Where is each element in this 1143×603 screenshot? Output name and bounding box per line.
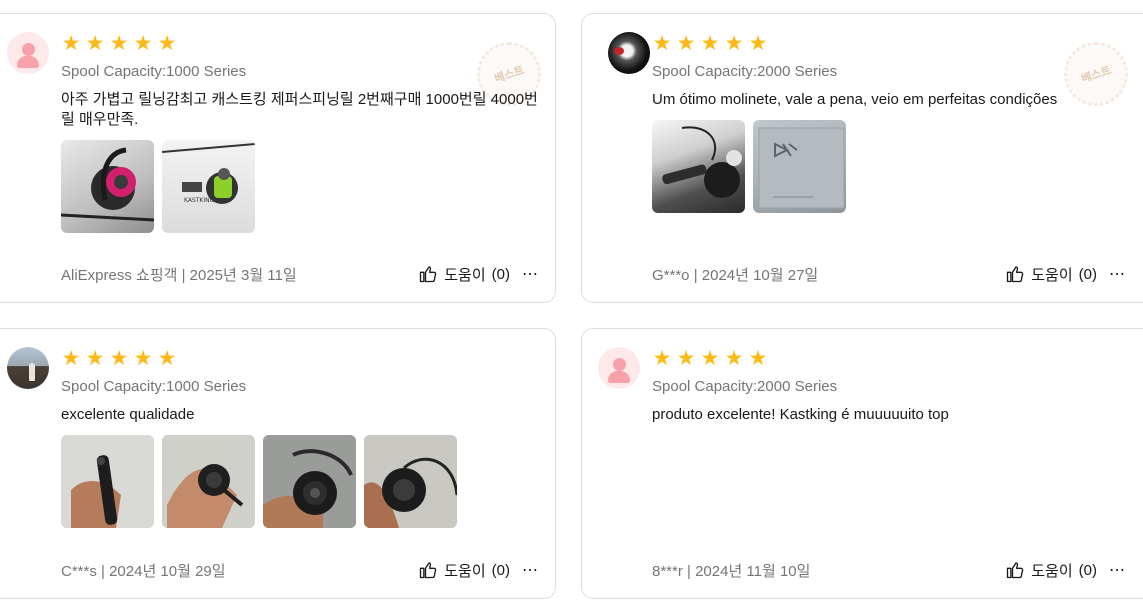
star-rating: ★ ★ ★ ★ ★ [61,347,539,369]
star-icon: ★ [85,346,105,370]
helpful-button[interactable]: 도움이 (0) [1005,560,1097,581]
star-icon: ★ [724,31,744,55]
review-image[interactable] [162,435,255,528]
reviewer-date: C***s | 2024년 10월 29일 [61,562,226,580]
sku-variant: Spool Capacity:1000 Series [61,63,247,80]
star-rating: ★ ★ ★ ★ ★ [61,32,539,54]
review-text: produto excelente! Kastking é muuuuuito … [652,406,949,423]
reviewer-date: 8***r | 2024년 11월 10일 [652,562,811,580]
default-avatar-icon [7,32,49,74]
helpful-label: 도움이 [444,562,486,580]
sku-variant: Spool Capacity:1000 Series [61,378,247,395]
star-rating: ★ ★ ★ ★ ★ [652,32,1143,54]
svg-text:KASTKING: KASTKING [184,197,215,204]
star-icon: ★ [676,31,696,55]
review-text: excelente qualidade [61,406,195,423]
user-avatar [7,347,49,389]
review-card: 베스트 ★ ★ ★ ★ ★ Spool Capacity:1000 Series… [0,13,556,303]
star-icon: ★ [652,31,672,55]
star-icon: ★ [109,346,129,370]
review-text: 아주 가볍고 릴닝감최고 캐스트킹 제퍼스피닝릴 2번째구매 1000번릴 40… [61,91,538,128]
star-icon: ★ [748,31,768,55]
review-image[interactable] [61,435,154,528]
thumbs-up-icon [420,562,437,579]
more-options-button[interactable]: ⋯ [1109,560,1126,580]
review-text: Um ótimo molinete, vale a pena, veio em … [652,91,1058,108]
helpful-label: 도움이 [1031,562,1073,580]
default-avatar-icon [598,347,640,389]
star-icon: ★ [157,31,177,55]
star-icon: ★ [157,346,177,370]
review-image[interactable] [263,435,356,528]
star-icon: ★ [133,346,153,370]
reviewer-date: G***o | 2024년 10월 27일 [652,266,819,284]
reviewer-date: AliExpress 쇼핑객 | 2025년 3월 11일 [61,266,297,284]
more-options-button[interactable]: ⋯ [522,560,539,580]
more-options-button[interactable]: ⋯ [1109,264,1126,284]
star-icon: ★ [109,31,129,55]
star-icon: ★ [61,346,81,370]
helpful-button[interactable]: 도움이 (0) [1005,264,1097,285]
review-card: 베스트 ★ ★ ★ ★ ★ Spool Capacity:2000 Series… [581,13,1143,303]
star-icon: ★ [652,346,672,370]
review-image[interactable] [61,140,154,233]
star-icon: ★ [700,31,720,55]
star-rating: ★ ★ ★ ★ ★ [652,347,1143,369]
helpful-count: (0) [1078,561,1097,579]
review-image[interactable]: KASTKING [162,140,255,233]
helpful-count: (0) [491,265,510,283]
helpful-count: (0) [491,561,510,579]
thumbs-up-icon [1007,266,1024,283]
helpful-count: (0) [1078,265,1097,283]
star-icon: ★ [133,31,153,55]
thumbs-up-icon [1007,562,1024,579]
review-card: ★ ★ ★ ★ ★ Spool Capacity:2000 Series pro… [581,328,1143,599]
thumbs-up-icon [420,266,437,283]
star-icon: ★ [676,346,696,370]
more-options-button[interactable]: ⋯ [522,264,539,284]
sku-variant: Spool Capacity:2000 Series [652,378,838,395]
helpful-button[interactable]: 도움이 (0) [418,560,510,581]
review-card: ★ ★ ★ ★ ★ Spool Capacity:1000 Series exc… [0,328,556,599]
star-icon: ★ [724,346,744,370]
helpful-button[interactable]: 도움이 (0) [418,264,510,285]
sku-variant: Spool Capacity:2000 Series [652,63,838,80]
user-avatar [608,32,650,74]
review-image[interactable] [364,435,457,528]
star-icon: ★ [748,346,768,370]
review-image[interactable] [652,120,745,213]
helpful-label: 도움이 [444,266,486,284]
star-icon: ★ [61,31,81,55]
star-icon: ★ [700,346,720,370]
review-image[interactable] [753,120,846,213]
helpful-label: 도움이 [1031,266,1073,284]
star-icon: ★ [85,31,105,55]
